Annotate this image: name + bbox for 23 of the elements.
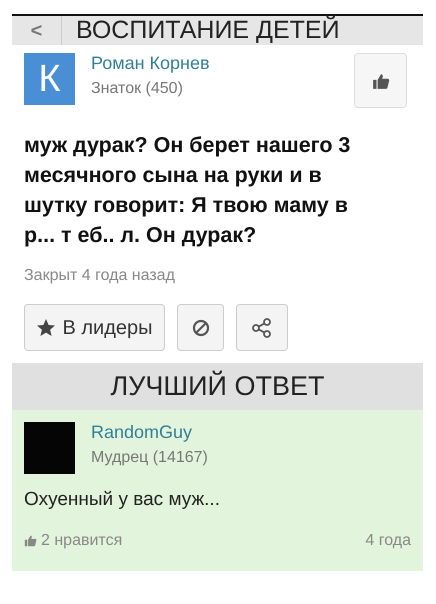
answer-age: 4 года [365,530,411,550]
thumbs-up-icon [24,534,37,547]
share-icon [251,316,273,338]
author-rank: Знаток (450) [91,78,184,99]
block-icon [192,318,210,336]
page-title: ВОСПИТАНИЕ ДЕТЕЙ [75,16,340,44]
star-icon [36,318,56,338]
report-button[interactable] [177,304,224,351]
author-name[interactable]: RandomGuy [91,422,208,444]
avatar: К [24,53,75,105]
likes-count: 2 нравится [41,530,122,550]
author-name[interactable]: Роман Корнев [91,53,354,75]
leaders-button[interactable]: В лидеры [24,304,165,351]
author-rank: Мудрец (14167) [91,448,208,468]
avatar [24,422,75,474]
thumbs-up-icon [372,72,390,90]
question-status: Закрыт 4 года назад [24,266,176,286]
question-text: муж дурак? Он берет нашего 3 месячного сына на руки и в шутку говорит: Я твою маму в р... т еб.. л. Он дурак? [23,132,352,249]
back-button[interactable]: < [12,16,62,45]
answer-text: Охуенный у вас муж... [24,488,221,512]
like-button[interactable] [354,53,407,108]
section-heading: ЛУЧШИЙ ОТВЕТ [12,363,423,410]
share-button[interactable] [236,304,288,351]
